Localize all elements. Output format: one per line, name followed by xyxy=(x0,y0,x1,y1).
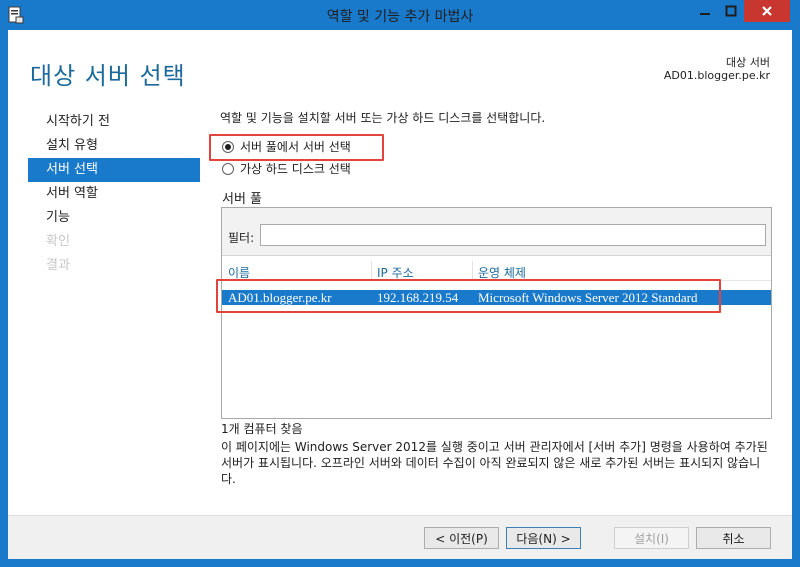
close-icon xyxy=(762,6,772,16)
window-title: 역할 및 기능 추가 마법사 xyxy=(326,9,474,25)
destination-server-label: 대상 서버 xyxy=(726,56,770,69)
nav-item-results: 결과 xyxy=(46,258,70,273)
server-pool-panel: 필터: 이름 IP 주소 운영 체제 AD01.blogger.pe.kr 19… xyxy=(221,207,772,419)
filter-label: 필터: xyxy=(228,231,255,245)
option-vhd[interactable]: 가상 하드 디스크 선택 xyxy=(222,160,351,177)
maximize-icon xyxy=(725,5,737,17)
option-vhd-label: 가상 하드 디스크 선택 xyxy=(240,162,351,176)
nav-item-installation-type[interactable]: 설치 유형 xyxy=(28,134,200,158)
server-pool-note: 이 페이지에는 Windows Server 2012를 실행 중이고 서버 관… xyxy=(221,440,768,486)
nav-item-features[interactable]: 기능 xyxy=(28,206,200,230)
title-bar[interactable]: 역할 및 기능 추가 마법사 xyxy=(0,0,800,30)
destination-server-name: AD01.blogger.pe.kr xyxy=(663,69,770,82)
wizard-nav: 시작하기 전 설치 유형 서버 선택 서버 역할 기능 확인 결과 xyxy=(28,110,200,278)
wizard-window: 역할 및 기능 추가 마법사 대상 서버 선택 대상 서버 AD01.blogg… xyxy=(0,0,800,567)
previous-button[interactable]: < 이전(P) xyxy=(424,527,499,549)
intro-text: 역할 및 기능을 설치할 서버 또는 가상 하드 디스크를 선택합니다. xyxy=(220,111,546,125)
found-count: 1개 컴퓨터 찾음 xyxy=(221,422,303,436)
close-button[interactable] xyxy=(744,0,790,22)
radio-vhd[interactable] xyxy=(222,162,234,175)
filter-input[interactable] xyxy=(260,224,766,246)
minimize-button[interactable] xyxy=(692,0,718,22)
nav-item-confirmation: 확인 xyxy=(46,234,70,249)
highlight-box-row xyxy=(216,279,721,313)
next-button[interactable]: 다음(N) > xyxy=(506,527,581,549)
nav-item-before-you-begin[interactable]: 시작하기 전 xyxy=(28,110,200,134)
column-divider[interactable] xyxy=(472,261,473,279)
server-table-header: 이름 IP 주소 운영 체제 xyxy=(222,261,771,281)
server-pool-title: 서버 풀 xyxy=(222,192,263,207)
highlight-box-option xyxy=(209,134,384,161)
column-divider[interactable] xyxy=(371,261,372,279)
page-title: 대상 서버 선택 xyxy=(30,62,186,90)
filter-bar: 필터: xyxy=(222,208,771,256)
install-button: 설치(I) xyxy=(614,527,689,549)
wizard-body: 대상 서버 선택 대상 서버 AD01.blogger.pe.kr 시작하기 전… xyxy=(8,30,792,559)
nav-item-server-selection[interactable]: 서버 선택 xyxy=(28,158,200,182)
nav-item-server-roles[interactable]: 서버 역할 xyxy=(28,182,200,206)
cancel-button[interactable]: 취소 xyxy=(696,527,771,549)
button-bar: < 이전(P) 다음(N) > 설치(I) 취소 xyxy=(8,515,792,559)
maximize-button[interactable] xyxy=(718,0,744,22)
minimize-icon xyxy=(700,13,710,15)
